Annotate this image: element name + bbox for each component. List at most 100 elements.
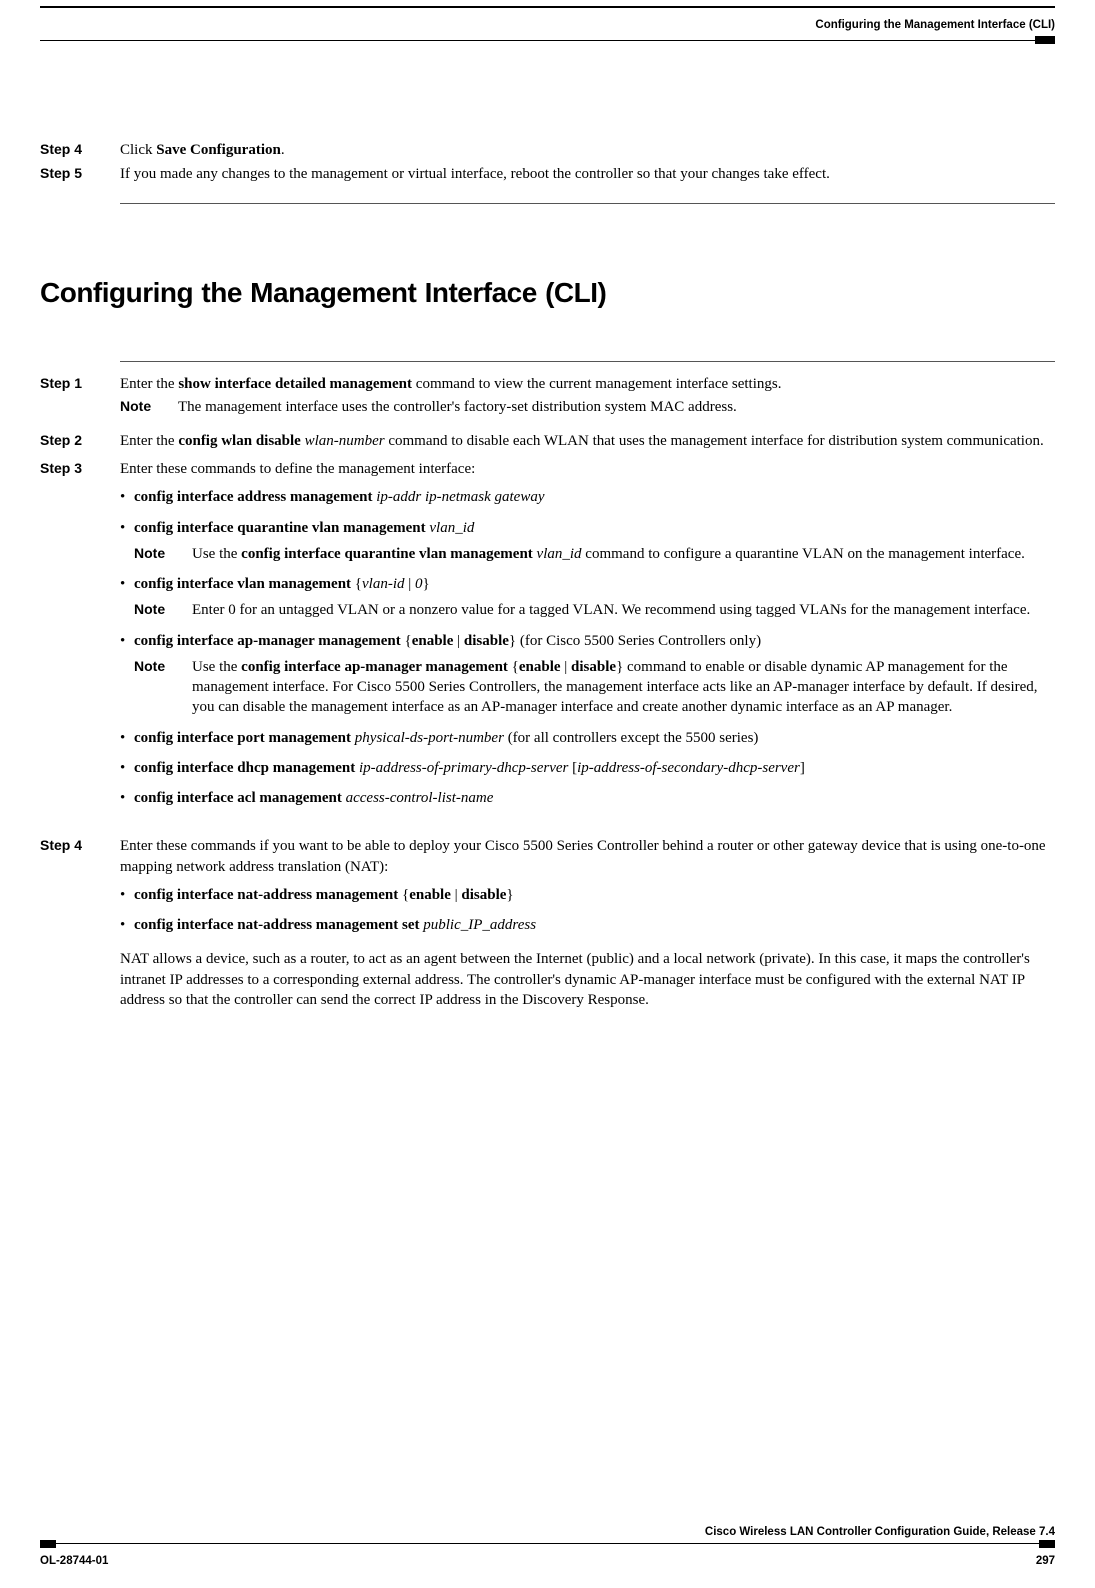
step-body: Click Save Configuration.	[120, 140, 1055, 160]
text-italic: physical-ds-port-number	[351, 730, 504, 746]
footer-rule	[40, 1543, 1055, 1552]
bullet-list: config interface nat-address management …	[120, 885, 1055, 936]
text: }	[506, 887, 513, 903]
section-title: Configuring the Management Interface (CL…	[40, 274, 1055, 312]
list-item: config interface nat-address management …	[120, 885, 1055, 905]
text-bold: config interface acl management	[134, 790, 342, 806]
note-label: Note	[134, 600, 192, 620]
note-body: Use the config interface quarantine vlan…	[192, 544, 1055, 564]
step-row: Step 4 Click Save Configuration.	[40, 140, 1055, 160]
bullet-list: config interface address management ip-a…	[120, 487, 1055, 808]
text: {	[351, 576, 362, 592]
text: |	[561, 659, 572, 675]
text-italic: 0	[415, 576, 423, 592]
text: command to disable each WLAN that uses t…	[385, 433, 1044, 449]
text: |	[451, 887, 462, 903]
text: |	[453, 633, 464, 649]
list-item: config interface address management ip-a…	[120, 487, 1055, 507]
step-row: Step 5 If you made any changes to the ma…	[40, 164, 1055, 184]
step-body: Enter the show interface detailed manage…	[120, 374, 1055, 417]
step-row: Step 3 Enter these commands to define th…	[40, 459, 1055, 818]
text: Click	[120, 142, 156, 158]
text-italic: vlan_id	[533, 546, 582, 562]
note-label: Note	[120, 397, 178, 417]
text-italic: ip-address-of-secondary-dhcp-server	[577, 760, 800, 776]
page-number: 297	[1036, 1554, 1055, 1570]
text-bold: disable	[464, 633, 509, 649]
text: Use the	[192, 546, 241, 562]
text: command to view the current management i…	[412, 376, 781, 392]
note-body: The management interface uses the contro…	[178, 397, 1055, 417]
text-bold: Save Configuration	[156, 142, 281, 158]
paragraph: NAT allows a device, such as a router, t…	[120, 949, 1055, 1010]
step-label: Step 4	[40, 836, 120, 1010]
text-italic: public_IP_address	[420, 917, 537, 933]
text: ]	[800, 760, 805, 776]
text-bold: config interface address management	[134, 489, 372, 505]
note-label: Note	[134, 544, 192, 564]
text-italic: ip-address-of-primary-dhcp-server	[355, 760, 568, 776]
text-bold: config interface vlan management	[134, 576, 351, 592]
step-row: Step 2 Enter the config wlan disable wla…	[40, 431, 1055, 451]
note-body: Use the config interface ap-manager mana…	[192, 657, 1055, 718]
content: Step 4 Click Save Configuration. Step 5 …	[40, 0, 1055, 1010]
footer-bar-icon	[1039, 1540, 1055, 1548]
step-label: Step 4	[40, 140, 120, 160]
text: command to configure a quarantine VLAN o…	[582, 546, 1025, 562]
text-bold: config interface port management	[134, 730, 351, 746]
list-item: config interface quarantine vlan managem…	[120, 518, 1055, 565]
text-italic: vlan_id	[426, 520, 475, 536]
note-body: Enter 0 for an untagged VLAN or a nonzer…	[192, 600, 1055, 620]
list-item: config interface port management physica…	[120, 728, 1055, 748]
footer-row: OL-28744-01 297	[40, 1554, 1055, 1570]
text-bold: disable	[461, 887, 506, 903]
text-bold: config interface ap-manager management	[241, 659, 508, 675]
divider	[120, 361, 1055, 362]
step-row: Step 4 Enter these commands if you want …	[40, 836, 1055, 1010]
text-italic: wlan-number	[301, 433, 385, 449]
text-bold: enable	[519, 659, 561, 675]
text: Enter these commands if you want to be a…	[120, 838, 1046, 874]
footer-bar-icon	[40, 1540, 56, 1548]
text-italic: ip-addr ip-netmask gateway	[372, 489, 544, 505]
header-rule	[40, 40, 1055, 41]
step-label: Step 2	[40, 431, 120, 451]
note: Note The management interface uses the c…	[120, 397, 1055, 417]
text-bold: config interface quarantine vlan managem…	[134, 520, 426, 536]
note: Note Use the config interface ap-manager…	[134, 657, 1055, 718]
text-bold: show interface detailed management	[178, 376, 412, 392]
step-body: Enter these commands to define the manag…	[120, 459, 1055, 818]
text: [	[568, 760, 577, 776]
text-bold: config interface nat-address management …	[134, 917, 420, 933]
text: }	[423, 576, 430, 592]
note: Note Enter 0 for an untagged VLAN or a n…	[134, 600, 1055, 620]
text: {	[401, 633, 412, 649]
doc-id: OL-28744-01	[40, 1554, 108, 1570]
step-body: Enter these commands if you want to be a…	[120, 836, 1055, 1010]
running-header: Configuring the Management Interface (CL…	[815, 18, 1055, 34]
list-item: config interface acl management access-c…	[120, 788, 1055, 808]
text: .	[281, 142, 285, 158]
text-bold: enable	[412, 633, 454, 649]
text: {	[508, 659, 519, 675]
footer: Cisco Wireless LAN Controller Configurat…	[40, 1525, 1055, 1570]
text-bold: config interface nat-address management	[134, 887, 398, 903]
text-italic: vlan-id	[362, 576, 405, 592]
note: Note Use the config interface quarantine…	[134, 544, 1055, 564]
text: Enter the	[120, 433, 178, 449]
step-body: Enter the config wlan disable wlan-numbe…	[120, 431, 1055, 451]
list-item: config interface nat-address management …	[120, 915, 1055, 935]
top-rule	[40, 6, 1055, 8]
text: Enter the	[120, 376, 178, 392]
step-label: Step 5	[40, 164, 120, 184]
text-bold: disable	[571, 659, 616, 675]
text: Enter these commands to define the manag…	[120, 461, 475, 477]
note-label: Note	[134, 657, 192, 718]
text: } (for Cisco 5500 Series Controllers onl…	[509, 633, 761, 649]
text: Use the	[192, 659, 241, 675]
text: |	[405, 576, 416, 592]
text: (for all controllers except the 5500 ser…	[504, 730, 759, 746]
text: {	[398, 887, 409, 903]
step-body: If you made any changes to the managemen…	[120, 164, 1055, 184]
divider	[120, 203, 1055, 204]
